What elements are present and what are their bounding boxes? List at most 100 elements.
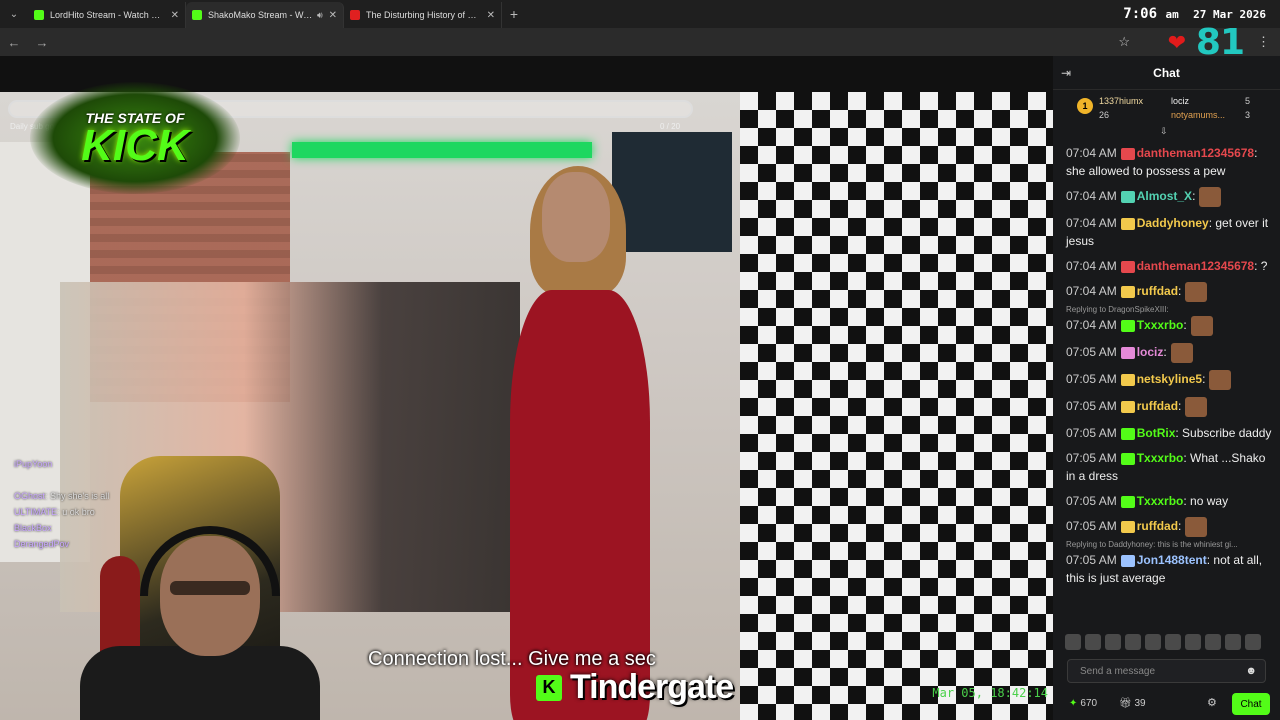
gift-icon: 🎁︎ — [1119, 698, 1132, 709]
user-badge-icon — [1120, 374, 1135, 386]
clock-time: 7:06 — [1123, 6, 1158, 22]
tab-shakomako[interactable]: ShakoMako Stream - Watch 🔊︎ ✕ — [186, 2, 344, 28]
message-username[interactable]: Txxxrbo — [1137, 451, 1184, 465]
leaderboard-user-2[interactable]: lociz — [1171, 96, 1189, 106]
message-username[interactable]: Txxxrbo — [1137, 494, 1184, 508]
forward-icon[interactable]: → — [28, 35, 56, 50]
emote-icon[interactable] — [1165, 634, 1181, 650]
message-username[interactable]: Daddyhoney — [1137, 216, 1209, 230]
message-username[interactable]: BotRix — [1137, 426, 1176, 440]
chat-message: 07:04 AM dantheman12345678: she allowed t… — [1066, 144, 1274, 180]
message-username[interactable]: dantheman12345678 — [1137, 259, 1254, 273]
close-icon[interactable]: ✕ — [171, 10, 179, 21]
bookmark-star-icon[interactable]: ☆ — [1118, 34, 1130, 50]
message-username[interactable]: Txxxrbo — [1137, 318, 1184, 332]
message-time: 07:04 AM — [1066, 189, 1117, 204]
points-icon: ✦ — [1069, 698, 1078, 709]
kick-icon — [34, 10, 44, 20]
emote-icon[interactable] — [1065, 634, 1081, 650]
tab-search-icon[interactable]: ⌄ — [0, 0, 28, 28]
message-username[interactable]: netskyline5 — [1137, 372, 1202, 386]
pin-icon[interactable]: ⇩ — [1160, 126, 1168, 137]
back-icon[interactable]: ← — [0, 35, 28, 50]
message-username[interactable]: ruffdad — [1137, 399, 1178, 413]
chat-message: 07:04 AM Daddyhoney: get over it jesus — [1066, 214, 1274, 250]
overlay-chat-line: BlackBox — [14, 523, 52, 533]
overlay-chat-line — [14, 472, 109, 488]
chat-message: 07:05 AM Txxxrbo: What ...Shako in a dres… — [1066, 449, 1274, 485]
message-username[interactable]: Jon1488tent — [1137, 553, 1207, 567]
browser-menu-icon[interactable]: ⋮ — [1257, 34, 1270, 50]
message-text: : — [1202, 372, 1206, 387]
message-time: 07:05 AM — [1066, 426, 1117, 440]
speaker-icon[interactable]: 🔊︎ — [317, 10, 323, 21]
woman-figure — [490, 166, 660, 720]
emote-icon — [1209, 370, 1232, 390]
close-icon[interactable]: ✕ — [329, 10, 337, 21]
emote-icon — [1190, 316, 1213, 336]
user-badge-icon — [1120, 260, 1135, 273]
emote-icon — [1170, 343, 1193, 363]
clock-date: 27 Mar 2026 — [1193, 8, 1266, 21]
shirt — [80, 646, 320, 720]
gift-value: 39 — [1134, 698, 1146, 709]
message-username[interactable]: lociz — [1137, 345, 1164, 359]
tab-youtube[interactable]: The Disturbing History of Dani ✕ — [344, 2, 502, 28]
browser-tab-bar: ⌄ LordHito Stream - Watch Live o ✕ Shako… — [0, 0, 1280, 28]
neon-sign — [292, 142, 592, 158]
message-time: 07:05 AM — [1066, 451, 1117, 465]
youtube-icon — [350, 10, 360, 20]
send-chat-button[interactable]: Chat — [1232, 693, 1270, 715]
emote-icon[interactable] — [1185, 634, 1201, 650]
user-badge-icon — [1120, 452, 1135, 465]
emoji-icon[interactable]: ☻ — [1245, 665, 1257, 677]
user-badge-icon — [1120, 191, 1135, 203]
message-username[interactable]: ruffdad — [1137, 284, 1178, 298]
emote-icon[interactable] — [1125, 634, 1141, 650]
message-username[interactable]: Almost_X — [1137, 189, 1192, 203]
chat-input-placeholder: Send a message — [1080, 666, 1156, 677]
reply-context: Replying to Daddyhoney: this is the whin… — [1066, 540, 1238, 549]
collapse-chat-icon[interactable]: ⇥ — [1061, 66, 1071, 80]
leaderboard-user-1[interactable]: 1337hiumx — [1099, 96, 1143, 106]
emote-icon[interactable] — [1085, 634, 1101, 650]
chat-messages[interactable]: 07:04 AM dantheman12345678: she allowed t… — [1053, 144, 1280, 640]
logo-line-2: KICK — [81, 121, 189, 170]
chat-settings-icon[interactable]: ⚙ — [1207, 696, 1217, 709]
tab-label: LordHito Stream - Watch Live o — [50, 10, 165, 20]
chat-message: 07:04 AM Txxxrbo: — [1066, 316, 1274, 336]
close-icon[interactable]: ✕ — [487, 10, 495, 21]
new-tab-button[interactable]: + — [502, 6, 526, 22]
stream-player[interactable]: Connection lost... Give me a sec Mar 05,… — [0, 56, 1053, 720]
chat-message-input[interactable]: Send a message ☻ — [1067, 659, 1266, 683]
emote-icon[interactable] — [1145, 634, 1161, 650]
emote-icon[interactable] — [1225, 634, 1241, 650]
message-text: : — [1178, 284, 1182, 299]
tab-label: ShakoMako Stream - Watch — [208, 10, 313, 20]
chat-message: 07:05 AM BotRix: Subscribe daddy — [1066, 424, 1274, 442]
user-badge-icon — [1120, 554, 1135, 567]
message-time: 07:04 AM — [1066, 146, 1117, 160]
channel-points[interactable]: ✦ 670 — [1069, 698, 1097, 709]
emote-icon[interactable] — [1105, 634, 1121, 650]
chat-footer: ✦ 670 🎁︎ 39 ⚙ Chat — [1053, 690, 1280, 720]
emote-icon[interactable] — [1205, 634, 1221, 650]
user-badge-icon — [1120, 521, 1135, 533]
message-username[interactable]: ruffdad — [1137, 519, 1178, 533]
emote-icon[interactable] — [1245, 634, 1261, 650]
gift-counter[interactable]: 🎁︎ 39 — [1119, 698, 1146, 709]
message-time: 07:05 AM — [1066, 399, 1117, 414]
emote-icon — [1199, 187, 1222, 207]
message-username[interactable]: dantheman12345678 — [1137, 146, 1254, 160]
tab-lordhito[interactable]: LordHito Stream - Watch Live o ✕ — [28, 2, 186, 28]
message-time: 07:05 AM — [1066, 345, 1117, 360]
state-of-kick-logo: THE STATE OF KICK — [30, 82, 240, 194]
leaderboard-count-1: 26 — [1099, 110, 1110, 120]
leaderboard-count-2: 5 — [1244, 96, 1250, 106]
chat-message: 07:05 AM ruffdad: — [1066, 397, 1274, 417]
clock: 7:06 am 27 Mar 2026 — [1123, 6, 1266, 22]
leaderboard-user-3[interactable]: notyamums... — [1171, 110, 1225, 120]
message-text: : Subscribe daddy — [1175, 426, 1272, 440]
chat-message: 07:04 AM dantheman12345678: ? — [1066, 257, 1274, 275]
emote-icon — [1185, 517, 1208, 537]
